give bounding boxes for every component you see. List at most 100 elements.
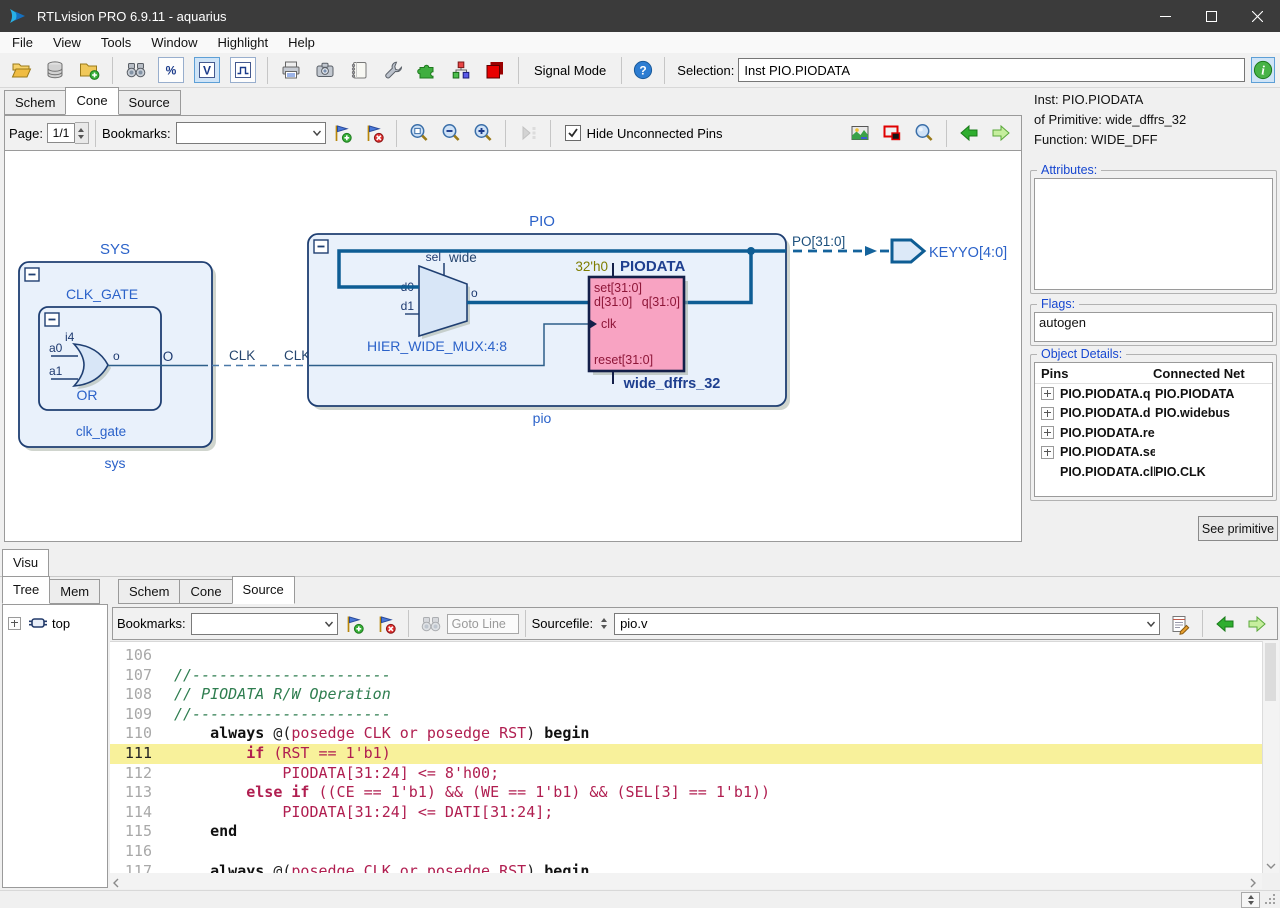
visu-tabbar: Visu: [2, 552, 49, 577]
minimize-icon[interactable]: [1142, 0, 1188, 32]
printer-icon[interactable]: [278, 57, 304, 83]
bookmark-delete-icon[interactable]: [374, 612, 398, 636]
close-icon[interactable]: [1234, 0, 1280, 32]
source-line[interactable]: 109//----------------------: [110, 705, 1262, 725]
line-number: 108: [110, 685, 152, 705]
expand-icon[interactable]: [1041, 446, 1054, 459]
resize-grip[interactable]: [1264, 893, 1277, 906]
pins-table-row[interactable]: PIO.PIODATA.qPIO.PIODATA: [1035, 384, 1272, 404]
source-line[interactable]: 113 else if ((CE == 1'b1) && (WE == 1'b1…: [110, 783, 1262, 803]
bookmark-add-icon[interactable]: [330, 121, 354, 145]
menu-item-help[interactable]: Help: [278, 33, 325, 52]
tab-tree[interactable]: Tree: [2, 576, 50, 604]
schematic-canvas[interactable]: SYS sys CLK_GATE clk_gate i4 a0 a1 o OR …: [4, 150, 1022, 542]
page-spinner[interactable]: 1/1: [47, 122, 89, 144]
menu-item-tools[interactable]: Tools: [91, 33, 141, 52]
folder-add-icon[interactable]: [76, 57, 102, 83]
expand-icon[interactable]: [8, 617, 21, 630]
help-icon[interactable]: ?: [632, 57, 654, 83]
tree-item-top[interactable]: top: [8, 612, 107, 634]
toolbar-separator: [621, 57, 622, 84]
menu-item-view[interactable]: View: [43, 33, 91, 52]
expand-icon[interactable]: [1041, 407, 1054, 420]
source-line[interactable]: 116: [110, 842, 1262, 862]
bookmarks-combobox[interactable]: [176, 122, 326, 144]
pins-table-row[interactable]: PIO.PIODATA.dPIO.widebus: [1035, 404, 1272, 424]
overview-icon[interactable]: [848, 121, 872, 145]
zoom-in-icon[interactable]: [471, 121, 495, 145]
sourcefile-combobox[interactable]: pio.v: [614, 613, 1160, 635]
waveform-icon[interactable]: [230, 57, 256, 83]
binoculars-icon[interactable]: [123, 57, 149, 83]
tab-mem[interactable]: Mem: [49, 579, 100, 604]
notebook-icon[interactable]: [346, 57, 372, 83]
bookmarks-combobox[interactable]: [191, 613, 338, 635]
see-primitive-button[interactable]: See primitive: [1198, 516, 1278, 541]
chevron-down-icon: [321, 617, 337, 631]
goto-line-input[interactable]: Goto Line: [447, 614, 519, 634]
source-line[interactable]: 110 always @(posedge CLK or posedge RST)…: [110, 724, 1262, 744]
signal-mode-button[interactable]: Signal Mode: [525, 58, 615, 83]
wrench-icon[interactable]: [380, 57, 406, 83]
bookmark-delete-icon[interactable]: [362, 121, 386, 145]
tab-src-source[interactable]: Source: [232, 576, 295, 604]
flags-box[interactable]: autogen: [1034, 312, 1273, 342]
pins-table-row[interactable]: PIO.PIODATA.reset: [1035, 423, 1272, 443]
horizontal-scrollbar[interactable]: [110, 873, 1262, 889]
tab-src-schem[interactable]: Schem: [118, 579, 180, 604]
net-column-header: Connected Net: [1153, 366, 1245, 381]
pins-table-row[interactable]: PIO.PIODATA.set: [1035, 443, 1272, 463]
source-line[interactable]: 114 PIODATA[31:24] <= DATI[31:24];: [110, 803, 1262, 823]
arrow-left-icon[interactable]: [957, 121, 981, 145]
pins-table[interactable]: Pins Connected Net PIO.PIODATA.qPIO.PIOD…: [1035, 363, 1272, 496]
v-mode-icon[interactable]: V: [194, 57, 220, 83]
search-icon[interactable]: [912, 121, 936, 145]
camera-icon[interactable]: [312, 57, 338, 83]
source-line[interactable]: 108// PIODATA R/W Operation: [110, 685, 1262, 705]
expand-icon[interactable]: [1041, 426, 1054, 439]
arrow-right-icon[interactable]: [1245, 612, 1269, 636]
tab-source[interactable]: Source: [118, 90, 181, 115]
selection-input[interactable]: Inst PIO.PIODATA: [738, 58, 1245, 82]
tab-cone[interactable]: Cone: [65, 87, 118, 115]
clk-gate-type-label: CLK_GATE: [66, 286, 138, 302]
edit-source-icon[interactable]: [1168, 612, 1192, 636]
connected-net: PIO.PIODATA: [1155, 387, 1234, 401]
zoom-fit-icon[interactable]: [407, 121, 431, 145]
expand-icon[interactable]: [1041, 387, 1054, 400]
arrow-left-icon[interactable]: [1213, 612, 1237, 636]
folder-open-icon[interactable]: [8, 57, 34, 83]
view-rect-icon[interactable]: [880, 121, 904, 145]
line-number: 110: [110, 724, 152, 744]
menu-item-window[interactable]: Window: [141, 33, 207, 52]
sourcefile-spinner[interactable]: [597, 614, 610, 634]
percent-icon[interactable]: %: [158, 57, 184, 83]
bookmark-add-icon[interactable]: [342, 612, 366, 636]
menu-item-file[interactable]: File: [2, 33, 43, 52]
source-code-view[interactable]: 106107//----------------------108// PIOD…: [110, 641, 1262, 878]
zoom-out-icon[interactable]: [439, 121, 463, 145]
menu-item-highlight[interactable]: Highlight: [208, 33, 279, 52]
source-line[interactable]: 115 end: [110, 822, 1262, 842]
hierarchy-tree[interactable]: top: [2, 604, 108, 888]
hierarchy-icon[interactable]: [448, 57, 474, 83]
vertical-scrollbar[interactable]: [1262, 641, 1279, 873]
status-spinner[interactable]: [1241, 892, 1260, 908]
stop-red-icon[interactable]: [482, 57, 508, 83]
tab-schem[interactable]: Schem: [4, 90, 66, 115]
database-icon[interactable]: [42, 57, 68, 83]
maximize-icon[interactable]: [1188, 0, 1234, 32]
source-line[interactable]: 106: [110, 646, 1262, 666]
source-line[interactable]: 112 PIODATA[31:24] <= 8'h00;: [110, 764, 1262, 784]
pins-table-row[interactable]: PIO.PIODATA.clkPIO.CLK: [1035, 462, 1272, 482]
arrow-right-icon[interactable]: [989, 121, 1013, 145]
puzzle-icon[interactable]: [414, 57, 440, 83]
tab-visu[interactable]: Visu: [2, 549, 49, 577]
source-line-highlighted[interactable]: 111 if (RST == 1'b1): [110, 744, 1262, 764]
attributes-box[interactable]: [1034, 178, 1273, 290]
hide-unconnected-checkbox[interactable]: Hide Unconnected Pins: [565, 125, 723, 141]
connected-net: PIO.widebus: [1155, 406, 1230, 420]
source-line[interactable]: 107//----------------------: [110, 666, 1262, 686]
tab-src-cone[interactable]: Cone: [179, 579, 232, 604]
info-icon[interactable]: i: [1251, 57, 1275, 83]
